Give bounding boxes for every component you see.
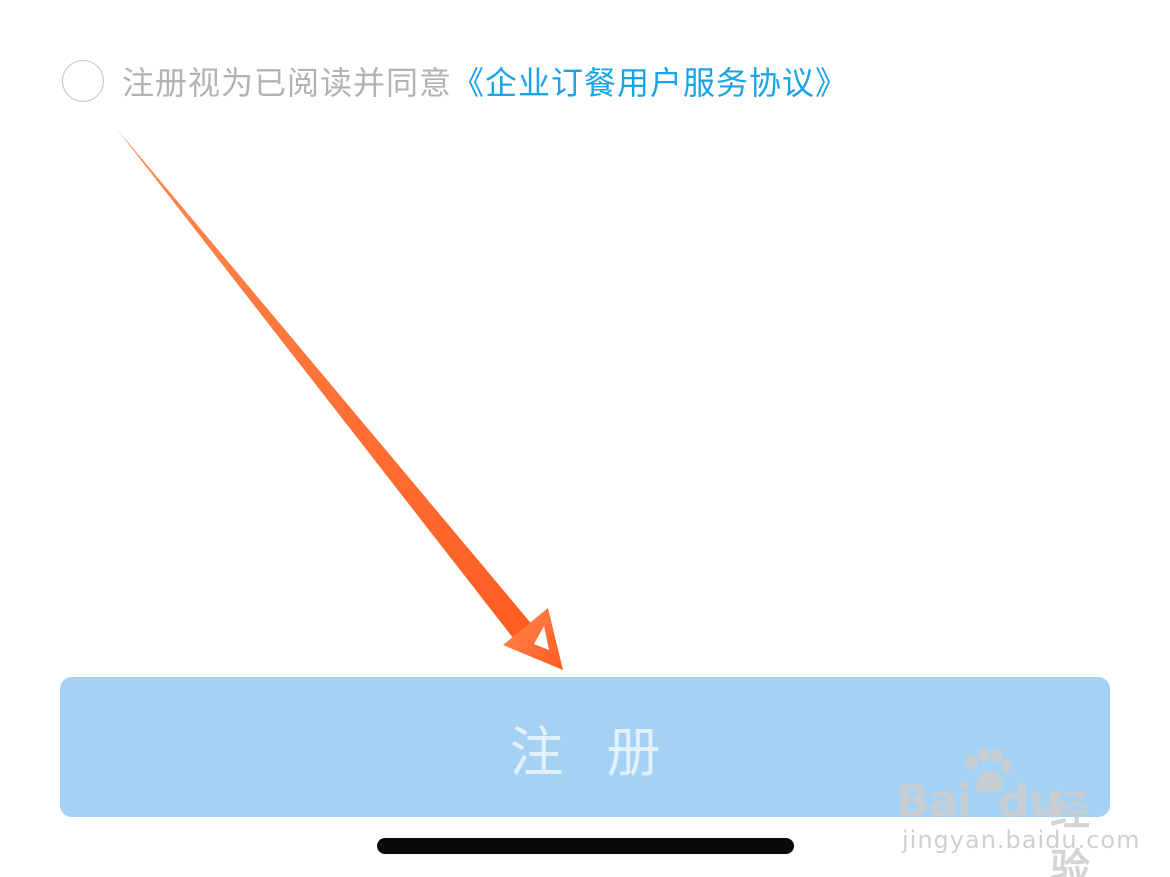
register-button-label: 注 册 bbox=[509, 722, 675, 783]
agreement-link[interactable]: 《企业订餐用户服务协议》 bbox=[452, 58, 848, 104]
home-indicator[interactable] bbox=[377, 838, 794, 854]
watermark-url: jingyan.baidu.com bbox=[902, 826, 1141, 854]
agreement-row: 注册视为已阅读并同意 《企业订餐用户服务协议》 bbox=[62, 56, 848, 106]
agreement-text: 注册视为已阅读并同意 bbox=[122, 64, 453, 102]
agreement-radio[interactable] bbox=[62, 60, 104, 102]
register-button[interactable]: 注 册 bbox=[60, 677, 1110, 817]
registration-page: 注册视为已阅读并同意 《企业订餐用户服务协议》 注 册 Bai du 经验 ji… bbox=[0, 0, 1170, 877]
